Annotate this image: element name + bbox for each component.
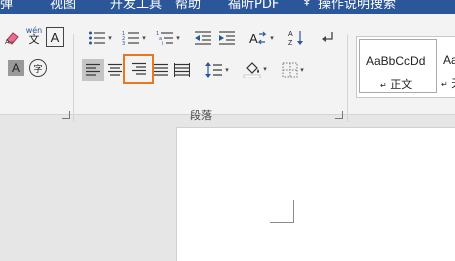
- asian-layout-button[interactable]: A ▾: [246, 27, 276, 49]
- paragraph-mark-icon: ↵: [380, 81, 387, 90]
- svg-text:A: A: [288, 31, 293, 38]
- return-arrow-icon: [322, 32, 333, 42]
- style-no-spacing-label: 无: [451, 77, 455, 90]
- multilevel-list-button[interactable]: 1 a i ▾: [152, 27, 184, 49]
- decrease-indent-button[interactable]: [192, 27, 214, 49]
- phonetic-guide-button[interactable]: wén 文: [24, 24, 44, 46]
- bullets-icon: [89, 31, 106, 45]
- style-normal-label: 正文: [390, 78, 413, 91]
- tab-view[interactable]: 视图: [50, 0, 76, 12]
- group-separator: [73, 34, 74, 122]
- margin-corner-mark: [270, 200, 294, 223]
- line-spacing-icon: [205, 62, 223, 78]
- bullets-button[interactable]: ▾: [84, 27, 116, 49]
- show-hide-marks-button[interactable]: [318, 27, 338, 49]
- lightbulb-icon[interactable]: ♀: [302, 0, 312, 8]
- multilevel-list-icon: 1 a i: [156, 31, 174, 46]
- align-left-icon: [86, 63, 100, 76]
- title-bar: 弹 视图 开发工具 帮助 福昕PDF ♀ 操作说明搜索: [0, 0, 455, 14]
- paragraph-dialog-launcher[interactable]: [335, 111, 343, 119]
- distributed-icon: [174, 63, 190, 77]
- borders-button[interactable]: ▾: [278, 59, 308, 81]
- decrease-indent-icon: [195, 31, 211, 45]
- clear-formatting-button[interactable]: A: [4, 26, 22, 48]
- paragraph-group-label: 段落: [190, 109, 212, 122]
- align-right-icon: [131, 62, 146, 75]
- asian-layout-icon: A: [249, 31, 267, 46]
- enclose-characters-button[interactable]: 字: [29, 59, 47, 77]
- paragraph-mark-icon: ↵: [441, 80, 448, 89]
- style-normal-sample: AaBbCcDd: [366, 54, 426, 68]
- paint-bucket-icon: [243, 62, 261, 78]
- align-right-button[interactable]: [123, 54, 154, 84]
- align-center-button[interactable]: [105, 59, 125, 81]
- ribbon: A wén 文 A A 字 ▾ 1 2 3 ▾ 1 a i ▾ A ▾ A Z …: [0, 14, 455, 122]
- shading-button[interactable]: ▾: [240, 58, 270, 80]
- style-normal[interactable]: AaBbCcDd ↵ 正文: [359, 39, 437, 93]
- justify-icon: [154, 63, 168, 76]
- svg-text:Z: Z: [288, 40, 293, 47]
- document-page[interactable]: [176, 127, 455, 261]
- enclose-char-label: 字: [29, 59, 47, 77]
- svg-text:3: 3: [122, 41, 125, 46]
- sort-button[interactable]: A Z: [286, 27, 308, 49]
- style-no-spacing-name: ↵ 无: [441, 75, 455, 91]
- phonetic-char: 文: [28, 33, 40, 46]
- distributed-button[interactable]: [172, 59, 192, 81]
- tab-help[interactable]: 帮助: [175, 0, 201, 12]
- justify-button[interactable]: [151, 59, 171, 81]
- increase-indent-icon: [219, 31, 235, 45]
- svg-text:i: i: [162, 41, 163, 46]
- align-center-icon: [108, 63, 122, 76]
- style-normal-name: ↵ 正文: [380, 76, 412, 92]
- numbering-icon: 1 2 3: [122, 31, 140, 46]
- svg-text:A: A: [5, 39, 10, 45]
- char-shading-label: A: [11, 61, 20, 75]
- tab-developer[interactable]: 开发工具: [110, 0, 162, 12]
- group-separator: [347, 34, 348, 122]
- borders-icon: [282, 62, 298, 78]
- style-no-spacing-sample: AaB: [443, 53, 455, 67]
- svg-text:A: A: [249, 31, 258, 46]
- line-spacing-button[interactable]: ▾: [202, 59, 232, 81]
- character-shading-button[interactable]: A: [8, 60, 24, 76]
- styles-gallery: AaBbCcDd ↵ 正文 AaB ↵ 无: [356, 36, 455, 98]
- increase-indent-button[interactable]: [216, 27, 238, 49]
- character-border-button[interactable]: A: [46, 27, 64, 47]
- char-border-label: A: [50, 29, 60, 45]
- align-left-button[interactable]: [82, 59, 104, 81]
- sort-az-icon: A Z: [288, 31, 303, 47]
- tab-partial[interactable]: 弹: [0, 0, 13, 12]
- numbering-button[interactable]: 1 2 3 ▾: [118, 27, 150, 49]
- style-no-spacing[interactable]: AaB ↵ 无: [439, 39, 455, 93]
- font-dialog-launcher[interactable]: [62, 111, 70, 119]
- eraser-icon: A: [5, 32, 19, 45]
- tab-foxit-pdf[interactable]: 福昕PDF: [228, 0, 279, 12]
- tell-me-search[interactable]: 操作说明搜索: [318, 0, 396, 12]
